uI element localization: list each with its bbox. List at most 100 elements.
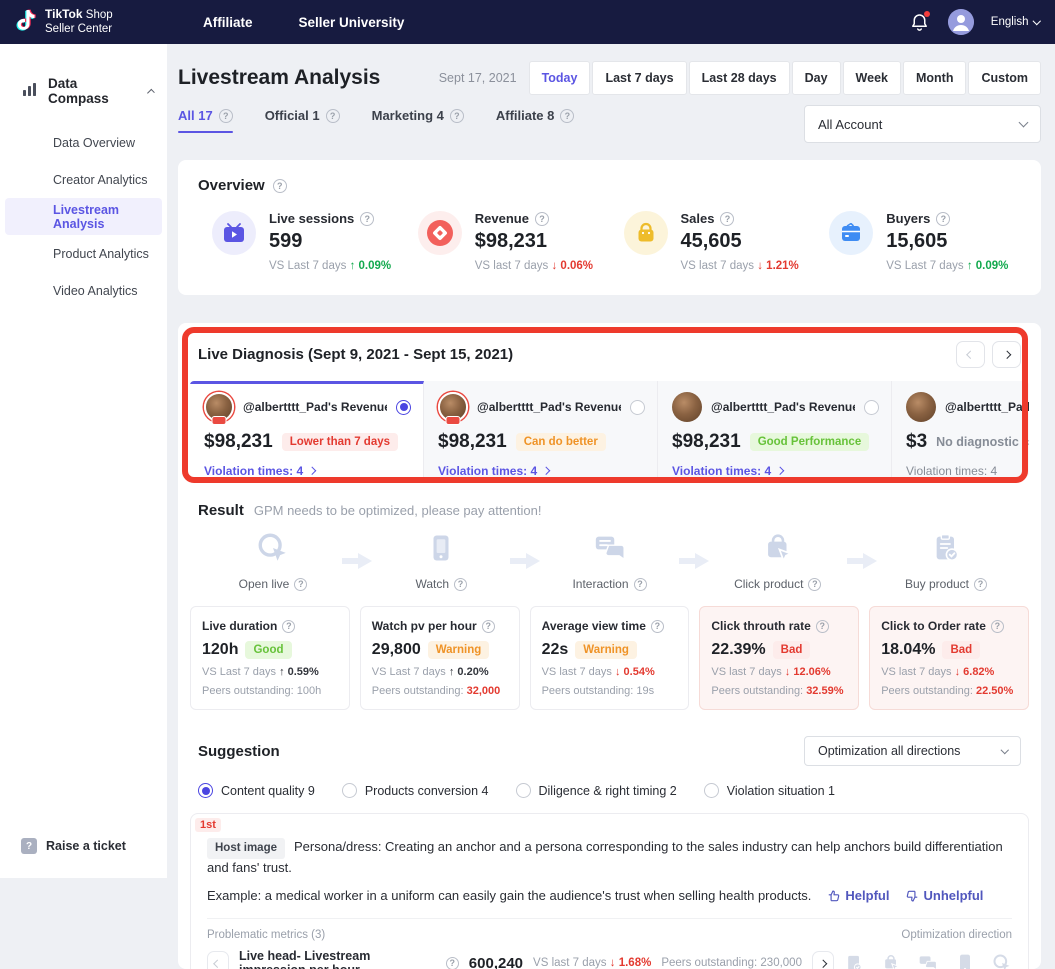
sidebar-item-livestream-analysis[interactable]: Livestream Analysis [5,198,162,235]
carousel-next-button[interactable] [992,341,1021,368]
watch-icon [955,953,975,969]
topnav-affiliate[interactable]: Affiliate [203,15,253,30]
sidebar-item-data-overview[interactable]: Data Overview [0,124,167,161]
metric-next-button[interactable] [812,951,834,969]
metric-prev-button[interactable] [207,951,229,969]
help-icon[interactable]: ? [808,578,821,591]
problem-metric-peers: Peers outstanding: 230,000 [661,957,802,969]
optimization-direction-select[interactable]: Optimization all directions [804,736,1021,766]
topnav-seller-university[interactable]: Seller University [299,15,405,30]
live-tv-icon [212,211,256,255]
help-icon[interactable]: ? [450,109,464,123]
help-icon[interactable]: ? [720,212,734,226]
sidebar-item-creator-analytics[interactable]: Creator Analytics [0,161,167,198]
help-icon[interactable]: ? [651,620,664,633]
account-select[interactable]: All Account [804,105,1041,143]
tiktok-shop-logo[interactable]: TikTok Shop Seller Center [0,7,163,38]
helpful-button[interactable]: Helpful [827,887,889,906]
account-name: @albertttt_Pad's [945,400,1029,414]
metric-value: 120h [202,641,238,659]
radio-products-conversion[interactable]: Products conversion 4 [342,783,489,798]
help-icon[interactable]: ? [816,620,829,633]
suggestion-title: Suggestion [198,743,280,760]
language-selector[interactable]: English [991,16,1039,28]
range-button-today[interactable]: Today [529,61,591,95]
chevron-down-icon [1000,746,1008,754]
delta-down: 0.54% [615,666,655,678]
help-icon[interactable]: ? [294,578,307,591]
tab-all[interactable]: All 17? [178,108,233,133]
problem-metric-value: 600,240 [469,955,523,969]
help-icon[interactable]: ? [974,578,987,591]
tiktok-seller-center-page: { "colors": { "accent": "#5b55e3", "bad"… [0,0,1055,969]
sidebar-items: Data Overview Creator Analytics Livestre… [0,124,167,309]
range-button-custom[interactable]: Custom [968,61,1041,95]
carousel-prev-button[interactable] [956,341,985,368]
tab-official[interactable]: Official 1? [265,108,340,133]
metric-value: 18.04% [881,641,935,659]
problem-metric-vs: VS last 7 days 1.68% [533,957,651,969]
help-icon[interactable]: ? [219,109,233,123]
optimization-direction-icons [844,953,1012,969]
notification-bell-icon[interactable] [909,11,931,33]
funnel-step-buy-product: Buy product? [885,531,1007,591]
sidebar-item-product-analytics[interactable]: Product Analytics [0,235,167,272]
user-avatar[interactable] [948,9,974,35]
radio-violation-situation[interactable]: Violation situation 1 [704,783,835,798]
help-icon[interactable]: ? [282,620,295,633]
violation-link[interactable]: Violation times: 4 [438,464,645,477]
funnel-step-watch: Watch? [380,531,502,591]
diagnosis-card[interactable]: @albertttt_Pad's $3 No diagnostic con Vi… [892,381,1029,477]
help-icon[interactable]: ? [634,578,647,591]
diagnosis-radio[interactable] [630,400,645,415]
help-icon[interactable]: ? [326,109,340,123]
help-icon[interactable]: ? [273,179,287,193]
metric-value: 22.39% [711,641,765,659]
diagnosis-card[interactable]: @albertttt_Pad's Revenue $98,231 Good Pe… [658,381,892,477]
result-metric-click-to-order: Click to Order rate? 18.04% Bad VS last … [869,606,1029,710]
range-button-month[interactable]: Month [903,61,966,95]
metric-value: 15,605 [886,230,1008,253]
diagnosis-radio[interactable] [396,400,411,415]
result-title: Result [198,502,244,519]
account-avatar [438,392,468,422]
sidebar-item-video-analytics[interactable]: Video Analytics [0,272,167,309]
violation-link[interactable]: Violation times: 4 [204,464,411,477]
logo-text: TikTok Shop Seller Center [45,7,113,37]
live-diagnosis-title: Live Diagnosis (Sept 9, 2021 - Sept 15, … [198,346,513,363]
tab-marketing[interactable]: Marketing 4? [372,108,464,133]
tab-affiliate[interactable]: Affiliate 8? [496,108,575,133]
range-button-week[interactable]: Week [843,61,901,95]
account-name: @albertttt_Pad's Revenue [711,400,855,414]
help-icon[interactable]: ? [991,620,1004,633]
raise-a-ticket-button[interactable]: ? Raise a ticket [21,838,126,854]
range-button-day[interactable]: Day [792,61,841,95]
radio-diligence-timing[interactable]: Diligence & right timing 2 [516,783,677,798]
range-button-last-28-days[interactable]: Last 28 days [689,61,790,95]
account-filter-tabs: All 17? Official 1? Marketing 4? Affilia… [178,108,1041,148]
status-badge: No diagnostic con [936,435,1029,449]
unhelpful-button[interactable]: Unhelpful [905,887,983,906]
chevron-up-icon [147,89,155,97]
help-icon[interactable]: ? [360,212,374,226]
metric-buyers: Buyers? 15,605 VS Last 7 days 0.09% [815,211,1021,272]
question-square-icon: ? [21,838,37,854]
diagnosis-card[interactable]: @albertttt_Pad's Revenue $98,231 Can do … [424,381,658,477]
violation-link[interactable]: Violation times: 4 [672,464,879,477]
delta-up: 0.20% [449,666,489,678]
range-button-last-7-days[interactable]: Last 7 days [592,61,686,95]
help-icon[interactable]: ? [454,578,467,591]
help-icon[interactable]: ? [446,957,459,969]
metric-vs: VS Last 7 days 0.09% [886,260,1008,272]
sidebar-section-data-compass[interactable]: Data Compass [0,44,167,106]
help-icon[interactable]: ? [936,212,950,226]
help-icon[interactable]: ? [535,212,549,226]
metric-value: $98,231 [475,230,593,253]
help-icon[interactable]: ? [482,620,495,633]
metric-value: 22s [542,641,569,659]
wallet-icon [829,211,873,255]
radio-content-quality[interactable]: Content quality 9 [198,783,315,798]
diagnosis-radio[interactable] [864,400,879,415]
help-icon[interactable]: ? [560,109,574,123]
diagnosis-card[interactable]: @albertttt_Pad's Revenue $98,231 Lower t… [190,381,424,477]
